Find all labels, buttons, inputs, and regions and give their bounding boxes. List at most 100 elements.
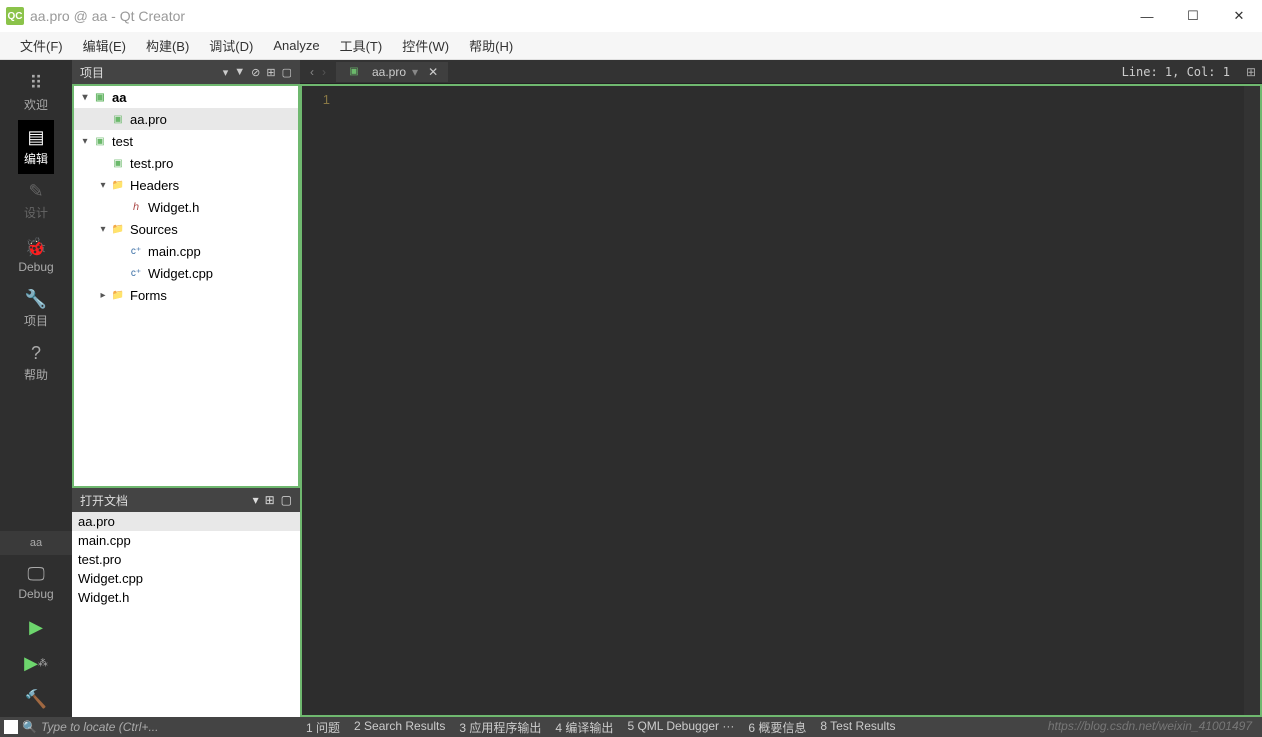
split-editor-button[interactable]: ⊞: [1240, 65, 1262, 79]
nav-icon: ▤: [27, 127, 44, 148]
line-gutter: 1: [302, 86, 338, 715]
open-doc-item[interactable]: aa.pro: [72, 512, 300, 531]
chevron-icon[interactable]: ▾: [78, 92, 92, 103]
locator[interactable]: 🔍 Type to locate (Ctrl+...: [0, 717, 300, 737]
projects-panel-title: 项目: [80, 64, 104, 81]
open-doc-item[interactable]: Widget.h: [72, 588, 300, 607]
tree-label: aa: [112, 90, 126, 105]
project-tree[interactable]: ▾▣aa▣aa.pro▾▣test▣test.pro▾📁HeadersℎWidg…: [72, 84, 300, 488]
menu-item[interactable]: 控件(W): [392, 32, 459, 59]
tab-dropdown-icon[interactable]: ▾: [412, 65, 418, 79]
tree-row[interactable]: ▾▣aa: [74, 86, 298, 108]
menu-item[interactable]: 构建(B): [136, 32, 199, 59]
tree-row[interactable]: c⁺Widget.cpp: [74, 262, 298, 284]
tree-label: Forms: [130, 288, 167, 303]
menu-item[interactable]: 编辑(E): [73, 32, 136, 59]
menu-item[interactable]: 工具(T): [330, 32, 393, 59]
tree-row[interactable]: ▣test.pro: [74, 152, 298, 174]
locator-input[interactable]: Type to locate (Ctrl+...: [41, 720, 300, 734]
bottom-bar: 🔍 Type to locate (Ctrl+... 1 问题2 Search …: [0, 717, 1262, 737]
code-editor[interactable]: 1: [300, 84, 1262, 717]
close-button[interactable]: ✕: [1216, 0, 1262, 32]
panel-tool-icon[interactable]: ▼: [234, 66, 245, 79]
window-title: aa.pro @ aa - Qt Creator: [30, 8, 185, 24]
chevron-icon[interactable]: ▾: [78, 136, 92, 147]
nav-icon: ✎: [28, 181, 43, 202]
maximize-button[interactable]: ☐: [1170, 0, 1216, 32]
nav-label: 欢迎: [24, 96, 48, 113]
panel-tool-icon[interactable]: ▾: [223, 66, 229, 79]
menu-item[interactable]: 文件(F): [10, 32, 73, 59]
chevron-icon[interactable]: ▾: [96, 180, 110, 191]
tree-row[interactable]: ▾▣test: [74, 130, 298, 152]
output-tab[interactable]: 5 QML Debugger ···: [621, 719, 740, 736]
tree-label: Widget.cpp: [148, 266, 213, 281]
panel-tool-icon[interactable]: ⊘: [251, 66, 260, 79]
minimize-button[interactable]: ―: [1124, 0, 1170, 32]
mode-sidebar: ⠿欢迎 ▤ 编辑 ✎ 设计 🐞Debug 🔧 项目 ?帮助 aa 🖵 Debug ▶ ▶⁂ 🔨: [0, 60, 72, 717]
open-doc-item[interactable]: Widget.cpp: [72, 569, 300, 588]
tree-row[interactable]: ▣aa.pro: [74, 108, 298, 130]
nav-icon: ?: [31, 343, 41, 364]
nav-label: 编辑: [24, 150, 48, 167]
output-tab[interactable]: 8 Test Results: [814, 719, 901, 736]
kit-selector[interactable]: aa: [0, 531, 72, 555]
target-selector[interactable]: 🖵 Debug: [0, 555, 72, 609]
chevron-icon[interactable]: ▾: [96, 224, 110, 235]
panel-tool-icon[interactable]: ⊞: [265, 493, 275, 507]
editor-tabs: ‹ › ▣ aa.pro ▾ ✕ Line: 1, Col: 1 ⊞: [300, 60, 1262, 84]
editor-status: Line: 1, Col: 1: [1122, 65, 1240, 79]
nav-forward-button[interactable]: ›: [318, 65, 330, 79]
nav-设计[interactable]: ✎ 设计: [18, 174, 53, 228]
nav-label: Debug: [18, 260, 53, 274]
tab-close-button[interactable]: ✕: [428, 65, 438, 79]
nav-项目[interactable]: 🔧 项目: [18, 282, 53, 336]
nav-label: 设计: [24, 204, 48, 221]
nav-icon: 🔧: [25, 289, 47, 310]
tree-label: Widget.h: [148, 200, 199, 215]
editor-tab-label: aa.pro: [372, 65, 406, 79]
panel-tool-icon[interactable]: ▢: [282, 66, 292, 79]
nav-debug[interactable]: 🐞Debug: [18, 228, 53, 282]
build-button[interactable]: 🔨: [0, 681, 72, 717]
tree-row[interactable]: c⁺main.cpp: [74, 240, 298, 262]
tree-row[interactable]: ▾📁Sources: [74, 218, 298, 240]
menu-item[interactable]: Analyze: [263, 34, 329, 57]
tree-label: test: [112, 134, 133, 149]
open-doc-item[interactable]: main.cpp: [72, 531, 300, 550]
output-tab[interactable]: 2 Search Results: [348, 719, 451, 736]
code-content[interactable]: [338, 86, 1244, 715]
output-tab[interactable]: 6 概要信息: [742, 719, 812, 736]
editor-tab[interactable]: ▣ aa.pro ▾ ✕: [336, 62, 448, 82]
output-tab[interactable]: 4 编译输出: [549, 719, 619, 736]
output-tab[interactable]: 1 问题: [300, 719, 346, 736]
open-documents-list[interactable]: aa.promain.cpptest.proWidget.cppWidget.h: [72, 512, 300, 717]
nav-编辑[interactable]: ▤ 编辑: [18, 120, 53, 174]
tree-row[interactable]: ▸📁Forms: [74, 284, 298, 306]
nav-帮助[interactable]: ?帮助: [18, 336, 53, 390]
vertical-scrollbar[interactable]: [1244, 86, 1260, 715]
menu-item[interactable]: 调试(D): [199, 32, 263, 59]
watermark-text: https://blog.csdn.net/weixin_41001497: [1048, 719, 1252, 733]
nav-label: 项目: [24, 312, 48, 329]
chevron-icon[interactable]: ▸: [96, 290, 110, 301]
open-docs-header: 打开文档 ▾⊞▢: [72, 488, 300, 512]
tree-label: aa.pro: [130, 112, 167, 127]
tree-row[interactable]: ℎWidget.h: [74, 196, 298, 218]
titlebar: QC aa.pro @ aa - Qt Creator ― ☐ ✕: [0, 0, 1262, 32]
run-button[interactable]: ▶: [0, 609, 72, 645]
nav-欢迎[interactable]: ⠿欢迎: [18, 66, 53, 120]
tree-label: Headers: [130, 178, 179, 193]
menu-item[interactable]: 帮助(H): [459, 32, 523, 59]
projects-panel-header: 项目 ▾ ▼ ⊘ ⊞ ▢: [72, 60, 300, 84]
output-tab[interactable]: 3 应用程序输出: [453, 719, 547, 736]
open-doc-item[interactable]: test.pro: [72, 550, 300, 569]
qt-file-icon: ▣: [346, 64, 362, 80]
tree-row[interactable]: ▾📁Headers: [74, 174, 298, 196]
panel-tool-icon[interactable]: ▾: [253, 493, 259, 507]
panel-tool-icon[interactable]: ⊞: [266, 66, 275, 79]
menu-bar: 文件(F)编辑(E)构建(B)调试(D)Analyze工具(T)控件(W)帮助(…: [0, 32, 1262, 60]
nav-back-button[interactable]: ‹: [306, 65, 318, 79]
debug-run-button[interactable]: ▶⁂: [0, 645, 72, 681]
panel-tool-icon[interactable]: ▢: [281, 493, 292, 507]
